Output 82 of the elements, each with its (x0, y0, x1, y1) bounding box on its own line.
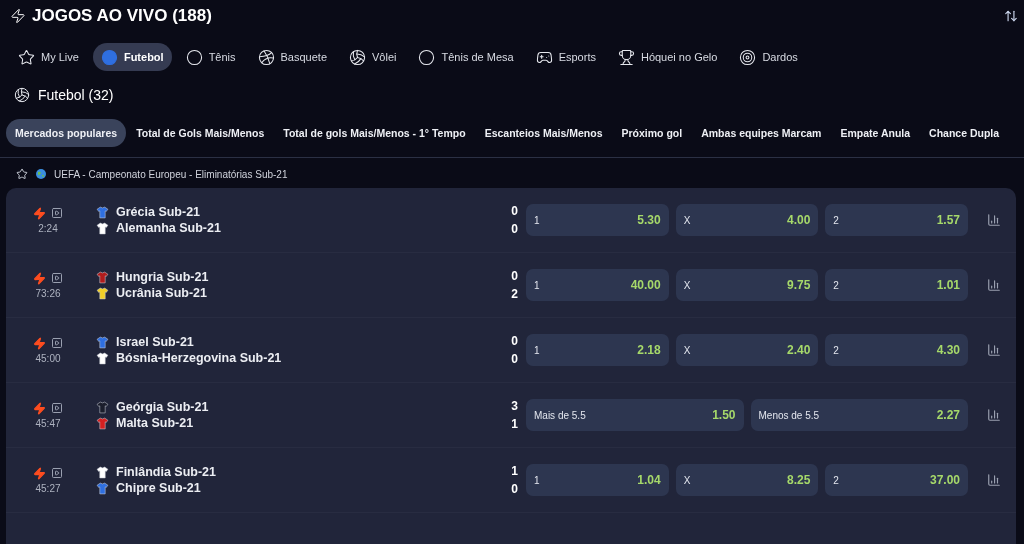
market-tab[interactable]: Próximo gol (612, 119, 692, 147)
sport-tab[interactable]: Basquete (249, 43, 335, 71)
sport-tab[interactable]: Hóquei no Gelo (609, 43, 726, 71)
score: 3 (511, 398, 518, 414)
team-name: Geórgia Sub-21 (116, 400, 209, 414)
page-title: JOGOS AO VIVO (188) (32, 6, 212, 26)
team-name: Alemanha Sub-21 (116, 221, 221, 235)
score: 0 (511, 203, 518, 219)
target-icon (739, 48, 757, 66)
favorite-icon[interactable] (16, 168, 28, 180)
match-time: 2:24 (38, 222, 58, 234)
odds-button[interactable]: 2 37.00 (825, 464, 968, 496)
score: 0 (511, 268, 518, 284)
stats-icon[interactable] (987, 343, 1001, 357)
league-name: UEFA - Campeonato Europeu - Eliminatórias Sub-21 (54, 168, 288, 180)
volleyball-icon (349, 48, 366, 66)
sort-icon[interactable] (1004, 9, 1018, 23)
basketball-icon (257, 48, 275, 66)
sport-tab[interactable]: Tênis (177, 43, 244, 71)
team-name: Finlândia Sub-21 (116, 465, 216, 479)
sport-tab[interactable]: Tênis de Mesa (410, 43, 522, 71)
market-tab[interactable]: Chance Dupla (920, 119, 1009, 147)
odds-button[interactable]: X 2.40 (675, 334, 819, 366)
market-tab[interactable]: Mercados populares (6, 119, 127, 147)
market-tab[interactable]: Total de Gols Mais/Menos (127, 119, 274, 147)
sport-tab[interactable]: Dardos (731, 43, 806, 71)
market-tab[interactable]: Ambas equipes Marcam (692, 119, 831, 147)
sport-tab[interactable]: My Live (10, 43, 87, 71)
team-name: Ucrânia Sub-21 (116, 286, 207, 300)
match-time: 73:26 (35, 287, 61, 299)
stats-icon[interactable] (987, 278, 1001, 292)
score: 0 (511, 481, 518, 497)
odds-button[interactable]: X 8.25 (675, 464, 819, 496)
globe-icon (36, 169, 46, 179)
video-icon[interactable] (51, 467, 63, 479)
live-icon (33, 206, 46, 220)
stats-icon[interactable] (987, 213, 1001, 227)
live-icon (33, 401, 46, 415)
video-icon[interactable] (51, 337, 63, 349)
team-name: Malta Sub-21 (116, 416, 194, 430)
team-name: Grécia Sub-21 (116, 205, 201, 219)
section-title: Futebol (32) (38, 87, 114, 103)
sport-tab[interactable]: Esports (527, 43, 604, 71)
score: 0 (511, 221, 518, 237)
lightning-icon (10, 8, 26, 24)
team-name: Hungria Sub-21 (116, 270, 209, 284)
score: 2 (511, 286, 518, 302)
odds-button[interactable]: X 9.75 (675, 269, 819, 301)
market-tab[interactable]: Empate Anula (831, 119, 920, 147)
stats-icon[interactable] (987, 408, 1001, 422)
live-icon (33, 271, 46, 285)
score: 1 (511, 416, 518, 432)
live-icon (33, 336, 46, 350)
score: 0 (511, 351, 518, 367)
odds-button[interactable]: 2 1.01 (825, 269, 968, 301)
odds-button[interactable]: Menos de 5.5 2.27 (750, 399, 968, 431)
score: 1 (511, 463, 518, 479)
odds-button[interactable]: Mais de 5.5 1.50 (526, 399, 744, 431)
odds-button[interactable]: 2 1.57 (825, 204, 968, 236)
team-name: Bósnia-Herzegovina Sub-21 (116, 351, 282, 365)
odds-button[interactable]: 1 2.18 (526, 334, 669, 366)
market-tab[interactable]: Escanteios Mais/Menos (475, 119, 612, 147)
team-name: Israel Sub-21 (116, 335, 194, 349)
sport-tab[interactable]: Vôlei (341, 43, 405, 71)
video-icon[interactable] (51, 207, 63, 219)
video-icon[interactable] (51, 272, 63, 284)
odds-button[interactable]: 1 40.00 (526, 269, 669, 301)
video-icon[interactable] (51, 402, 63, 414)
market-tab[interactable]: Total de gols Mais/Menos - 1° Tempo (274, 119, 475, 147)
odds-button[interactable]: 1 1.04 (526, 464, 669, 496)
team-name: Chipre Sub-21 (116, 481, 201, 495)
odds-button[interactable]: X 4.00 (675, 204, 819, 236)
score: 0 (511, 333, 518, 349)
live-icon (33, 466, 46, 480)
star-icon (18, 48, 35, 66)
stats-icon[interactable] (987, 473, 1001, 487)
odds-button[interactable]: 2 4.30 (825, 334, 968, 366)
match-time: 45:00 (35, 352, 61, 364)
odds-button[interactable]: 1 5.30 (526, 204, 669, 236)
match-time: 45:27 (35, 482, 61, 494)
sport-tab[interactable]: Futebol (92, 43, 172, 71)
match-time: 45:47 (35, 417, 61, 429)
